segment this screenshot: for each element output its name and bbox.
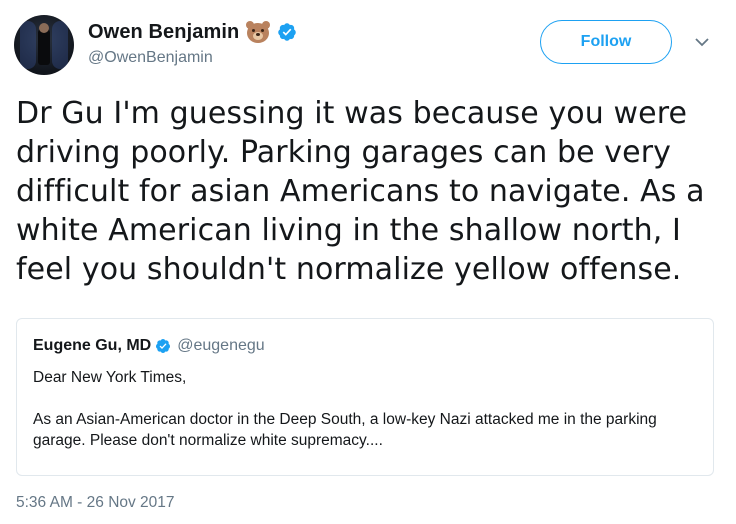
avatar[interactable] xyxy=(14,15,74,75)
quoted-tweet-line: As an Asian-American doctor in the Deep … xyxy=(33,411,657,449)
quoted-author-name: Eugene Gu, MD xyxy=(33,337,152,354)
avatar-head xyxy=(39,23,49,33)
quoted-author-handle: @eugenegu xyxy=(177,337,265,354)
chevron-down-icon[interactable] xyxy=(694,34,710,50)
avatar-light-right xyxy=(52,21,68,69)
tweet-timestamp[interactable]: 5:36 AM - 26 Nov 2017 xyxy=(16,494,175,512)
verified-badge-icon xyxy=(278,23,297,41)
bear-face-icon xyxy=(245,20,271,44)
verified-badge-icon xyxy=(156,339,171,353)
quoted-tweet-line: Dear New York Times, xyxy=(33,369,187,386)
follow-button[interactable]: Follow xyxy=(540,20,672,64)
quoted-tweet-body: Dear New York Times, As an Asian-America… xyxy=(33,367,697,451)
name-row: Owen Benjamin xyxy=(88,20,297,44)
author-names: Owen Benjamin @OwenBenjamin xyxy=(88,20,297,67)
tweet-header: Owen Benjamin @OwenBenjamin Follow xyxy=(14,12,722,76)
quoted-tweet-header: Eugene Gu, MD @eugenegu xyxy=(33,337,265,355)
quoted-tweet-card[interactable]: Eugene Gu, MD @eugenegu Dear New York Ti… xyxy=(16,318,714,476)
author-display-name[interactable]: Owen Benjamin xyxy=(88,21,239,44)
tweet-text: Dr Gu I'm guessing it was because you we… xyxy=(16,96,705,287)
avatar-light-left xyxy=(20,21,36,69)
author-handle[interactable]: @OwenBenjamin xyxy=(88,49,297,67)
